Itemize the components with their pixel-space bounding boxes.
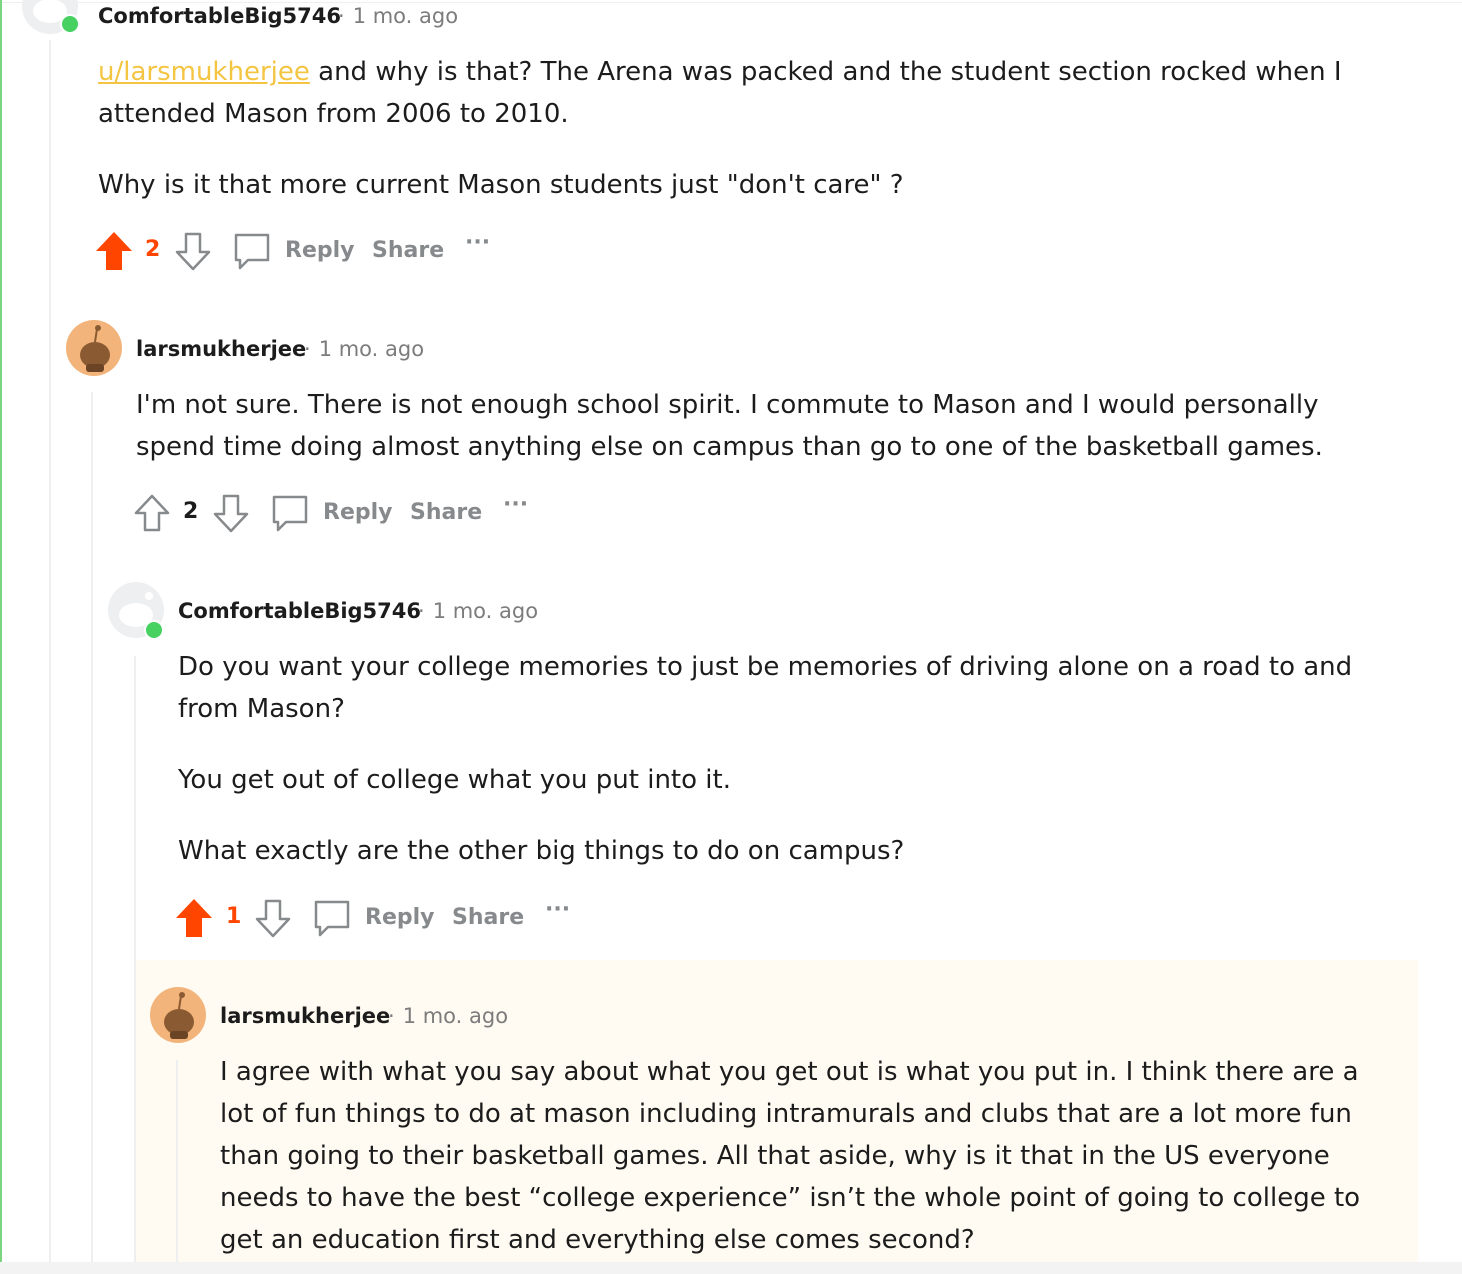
comment-4-body: I agree with what you say about what you… [220,1051,1380,1261]
comment-2-username[interactable]: larsmukherjee [136,337,306,361]
comment-bubble-icon[interactable] [270,494,310,538]
comment-4-username[interactable]: larsmukherjee [220,1004,390,1028]
comment-1-avatar[interactable] [22,0,80,34]
comment-bubble-icon[interactable] [312,899,352,943]
upvote-icon[interactable] [133,493,171,537]
thread-line-level-1[interactable] [49,40,51,1274]
snoo-avatar-icon [150,987,206,1043]
upvote-icon[interactable] [175,898,213,942]
reply-button[interactable]: Reply [285,238,355,263]
comment-2-meta: · 1 mo. ago [296,337,424,361]
meta-separator: · [304,337,311,361]
reply-button[interactable]: Reply [323,500,393,525]
comment-4-paragraph-1: I agree with what you say about what you… [220,1057,1361,1255]
downvote-icon[interactable] [174,232,212,276]
thread-line-level-4[interactable] [176,1060,178,1274]
comment-2-paragraph-1: I'm not sure. There is not enough school… [136,390,1323,462]
comment-3-score: 1 [226,904,242,929]
more-options-icon[interactable]: ··· [545,897,570,922]
meta-separator: · [418,599,425,623]
snoo-avatar-icon [66,320,122,376]
comment-1-body: u/larsmukherjee and why is that? The Are… [98,51,1388,206]
comment-4-time[interactable]: 1 mo. ago [403,1004,508,1028]
comment-3-paragraph-1: Do you want your college memories to jus… [178,652,1353,724]
thread-line-level-3[interactable] [134,656,136,1274]
comment-4-avatar[interactable] [150,987,206,1043]
comment-1-score: 2 [145,237,161,262]
meta-separator: · [388,1004,395,1028]
downvote-icon[interactable] [212,494,250,538]
share-button[interactable]: Share [452,905,524,930]
online-status-dot [60,14,80,34]
meta-separator: · [338,4,345,28]
top-divider [0,2,1462,3]
comment-3-username[interactable]: ComfortableBig5746 [178,599,421,623]
thread-line-accent[interactable] [0,0,2,1274]
reply-button[interactable]: Reply [365,905,435,930]
comment-3-meta: · 1 mo. ago [410,599,538,623]
downvote-icon[interactable] [254,899,292,943]
comment-4-meta: · 1 mo. ago [380,1004,508,1028]
share-button[interactable]: Share [410,500,482,525]
comment-1-paragraph-2: Why is it that more current Mason studen… [98,170,904,200]
user-mention-link[interactable]: u/larsmukherjee [98,57,310,87]
comment-2-time[interactable]: 1 mo. ago [319,337,424,361]
comment-1-username[interactable]: ComfortableBig5746 [98,4,341,28]
online-status-dot [144,620,164,640]
comment-2-avatar[interactable] [66,320,122,376]
comment-3-avatar[interactable] [108,582,164,640]
comment-2-body: I'm not sure. There is not enough school… [136,384,1388,468]
comment-3-body: Do you want your college memories to jus… [178,646,1393,872]
more-options-icon[interactable]: ··· [465,230,490,255]
comment-1-paragraph-1: u/larsmukherjee and why is that? The Are… [98,51,1388,135]
comment-bubble-icon[interactable] [232,232,272,276]
share-button[interactable]: Share [372,238,444,263]
bottom-scroll-edge [0,1262,1462,1274]
comment-3-paragraph-2: You get out of college what you put into… [178,765,731,795]
comment-1-meta: · 1 mo. ago [330,4,458,28]
comment-3-paragraph-3: What exactly are the other big things to… [178,836,905,866]
comment-3-time[interactable]: 1 mo. ago [433,599,538,623]
comment-1-time[interactable]: 1 mo. ago [353,4,458,28]
comment-2-score: 2 [183,499,199,524]
upvote-icon[interactable] [95,231,133,275]
thread-line-level-2[interactable] [91,392,93,1274]
more-options-icon[interactable]: ··· [503,492,528,517]
